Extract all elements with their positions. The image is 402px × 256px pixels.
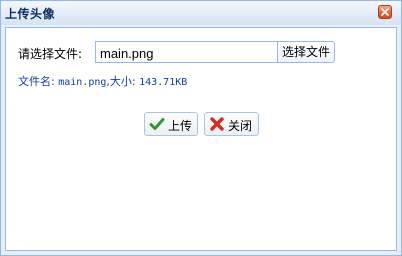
upload-button[interactable]: 上传 [144,112,198,136]
upload-avatar-dialog: 上传头像 请选择文件: 选择文件 文件名: main.png,大小: 143.7… [0,0,402,256]
file-info-size-label: ,大小: [106,75,136,88]
file-label: 请选择文件: [18,47,83,61]
dialog-titlebar[interactable]: 上传头像 [1,1,401,25]
file-path-input[interactable] [95,41,278,63]
close-button-label: 关闭 [228,119,253,133]
choose-file-button[interactable]: 选择文件 [277,41,335,63]
red-x-icon [210,117,224,131]
file-info-prefix: 文件名: [18,75,55,88]
file-info: 文件名: main.png,大小: 143.71KB [18,73,187,89]
file-info-filename: main.png [58,77,107,88]
dialog-body: 请选择文件: 选择文件 文件名: main.png,大小: 143.71KB 上… [5,27,397,251]
dialog-close-button[interactable] [378,5,392,19]
close-icon [381,8,389,16]
dialog-title: 上传头像 [5,7,56,21]
close-button[interactable]: 关闭 [204,112,259,136]
upload-button-label: 上传 [168,119,193,133]
checkmark-icon [149,118,165,130]
file-info-size: 143.71KB [139,77,188,88]
